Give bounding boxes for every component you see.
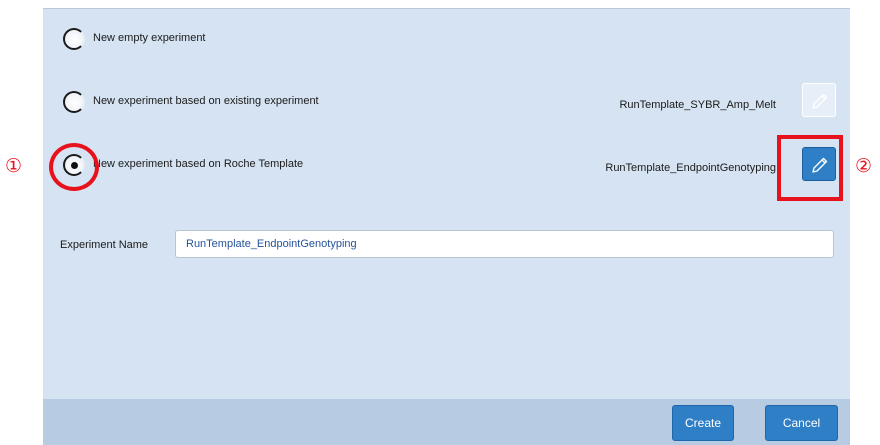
create-button[interactable]: Create	[672, 405, 734, 441]
new-experiment-panel: New empty experiment New experiment base…	[43, 8, 850, 445]
option-new-empty-label: New empty experiment	[93, 32, 206, 44]
roche-template-name: RunTemplate_EndpointGenotyping	[605, 162, 776, 174]
option-roche-template[interactable]: New experiment based on Roche Template R…	[59, 147, 836, 187]
annotation-marker-2: ②	[855, 155, 873, 177]
cancel-button[interactable]: Cancel	[765, 405, 838, 441]
option-existing-experiment[interactable]: New experiment based on existing experim…	[59, 83, 836, 124]
annotation-circle	[49, 143, 99, 191]
experiment-name-input[interactable]	[175, 230, 834, 258]
dialog-stage: New empty experiment New experiment base…	[0, 0, 880, 445]
annotation-box	[777, 135, 843, 201]
option-new-empty[interactable]: New empty experiment	[59, 23, 836, 61]
edit-existing-button	[802, 83, 836, 117]
experiment-name-label: Experiment Name	[60, 239, 149, 251]
radio-existing-experiment[interactable]	[63, 91, 85, 113]
option-roche-template-label: New experiment based on Roche Template	[93, 158, 304, 170]
pencil-icon	[812, 93, 828, 109]
existing-template-name: RunTemplate_SYBR_Amp_Melt	[619, 99, 776, 111]
annotation-marker-1: ①	[5, 155, 23, 177]
option-existing-experiment-label: New experiment based on existing experim…	[93, 95, 319, 107]
radio-new-empty[interactable]	[63, 28, 85, 50]
